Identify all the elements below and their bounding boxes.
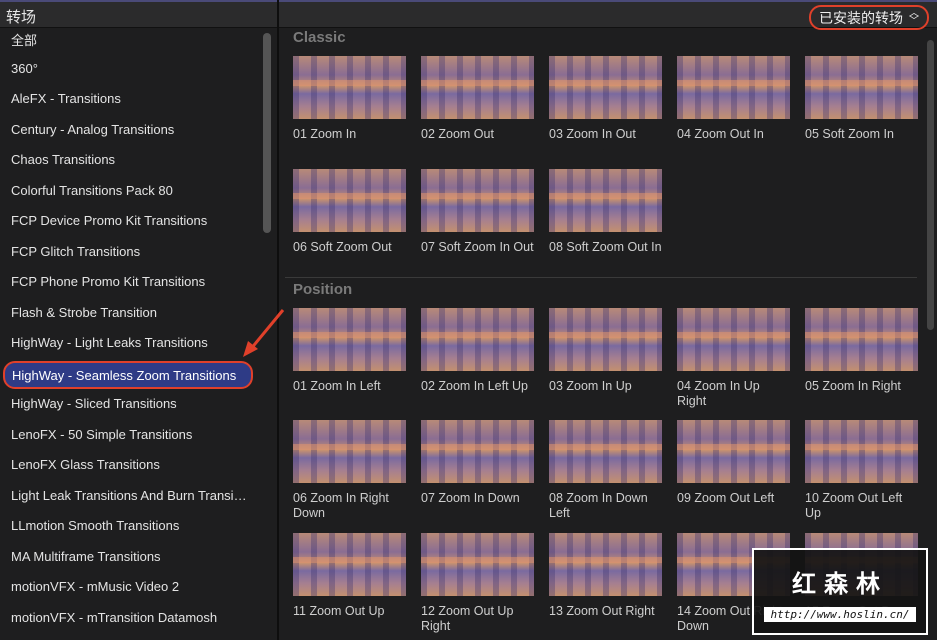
- sidebar-item[interactable]: 360°: [0, 55, 258, 83]
- section-title-classic: Classic: [293, 29, 346, 46]
- sidebar-item[interactable]: Century - Analog Transitions: [0, 116, 258, 144]
- transition-label: 03 Zoom In Up: [549, 379, 632, 393]
- red-arrow-annotation: [243, 309, 285, 357]
- transition-label: 08 Zoom In Down Left: [549, 491, 648, 520]
- transition-label: 03 Zoom In Out: [549, 127, 636, 141]
- transition-thumbnail[interactable]: [421, 308, 534, 371]
- transition-label: 07 Zoom In Down: [421, 491, 520, 505]
- sidebar-item[interactable]: Light Leak Transitions And Burn Transiti…: [0, 482, 258, 510]
- transition-tile[interactable]: 08 Zoom In Down Left: [549, 420, 662, 521]
- transition-tile[interactable]: 04 Zoom Out In: [677, 56, 790, 142]
- transition-tile[interactable]: 01 Zoom In: [293, 56, 406, 142]
- transition-tile[interactable]: 10 Zoom Out Left Up: [805, 420, 918, 521]
- section-title-position: Position: [293, 281, 353, 298]
- transition-tile[interactable]: 01 Zoom In Left: [293, 308, 406, 394]
- watermark-title: 红森林: [792, 571, 888, 598]
- transition-label: 02 Zoom In Left Up: [421, 379, 529, 393]
- transition-label: 07 Soft Zoom In Out: [421, 240, 534, 254]
- transition-thumbnail[interactable]: [549, 308, 662, 371]
- transition-tile[interactable]: 07 Zoom In Down: [421, 420, 534, 506]
- transition-thumbnail[interactable]: [549, 56, 662, 119]
- chevron-updown-icon: ︿ ﹀: [909, 7, 919, 27]
- transition-label: 01 Zoom In: [293, 127, 357, 141]
- browser-header: 已安装的转场 ︿ ﹀: [279, 2, 937, 30]
- sidebar-item[interactable]: LLmotion Smooth Transitions: [0, 512, 258, 540]
- transition-label: 05 Soft Zoom In: [805, 127, 894, 141]
- transition-thumbnail[interactable]: [677, 420, 790, 483]
- sidebar-item[interactable]: MA Multiframe Transitions: [0, 543, 258, 571]
- transition-thumbnail[interactable]: [549, 533, 662, 596]
- transition-tile[interactable]: 06 Soft Zoom Out: [293, 169, 406, 255]
- transition-tile[interactable]: 03 Zoom In Out: [549, 56, 662, 142]
- transition-thumbnail[interactable]: [421, 533, 534, 596]
- transition-label: 01 Zoom In Left: [293, 379, 381, 393]
- sidebar-item[interactable]: AleFX - Transitions: [0, 85, 258, 113]
- transition-label: 04 Zoom In Up Right: [677, 379, 760, 408]
- transition-tile[interactable]: 12 Zoom Out Up Right: [421, 533, 534, 634]
- sidebar-item[interactable]: HighWay - Seamless Zoom Transitions: [3, 360, 253, 389]
- transition-thumbnail[interactable]: [293, 169, 406, 232]
- transition-label: 02 Zoom Out: [421, 127, 494, 141]
- transition-label: 08 Soft Zoom Out In: [549, 240, 662, 254]
- transition-thumbnail[interactable]: [549, 169, 662, 232]
- transition-label: 04 Zoom Out In: [677, 127, 764, 141]
- sidebar-item[interactable]: FCP Phone Promo Kit Transitions: [0, 268, 258, 296]
- dropdown-label: 已安装的转场: [819, 9, 903, 26]
- transition-thumbnail[interactable]: [293, 308, 406, 371]
- transition-tile[interactable]: 09 Zoom Out Left: [677, 420, 790, 506]
- transition-tile[interactable]: 13 Zoom Out Right: [549, 533, 662, 619]
- transition-thumbnail[interactable]: [293, 56, 406, 119]
- transition-thumbnail[interactable]: [805, 420, 918, 483]
- transition-label: 06 Soft Zoom Out: [293, 240, 392, 254]
- watermark-url: http://www.hoslin.cn/: [764, 607, 916, 622]
- sidebar-item[interactable]: motionVFX - mMusic Video 2: [0, 573, 258, 601]
- transition-label: 09 Zoom Out Left: [677, 491, 775, 505]
- sidebar-item[interactable]: Flash & Strobe Transition: [0, 299, 258, 327]
- sidebar-scrollbar[interactable]: [263, 33, 271, 233]
- transition-tile[interactable]: 04 Zoom In Up Right: [677, 308, 790, 409]
- installed-transitions-dropdown[interactable]: 已安装的转场 ︿ ﹀: [809, 5, 929, 30]
- sidebar-item[interactable]: HighWay - Sliced Transitions: [0, 390, 258, 418]
- transition-thumbnail[interactable]: [549, 420, 662, 483]
- transition-thumbnail[interactable]: [805, 308, 918, 371]
- sidebar-item[interactable]: LenoFX Glass Transitions: [0, 451, 258, 479]
- transition-tile[interactable]: 05 Zoom In Right: [805, 308, 918, 394]
- transition-tile[interactable]: 07 Soft Zoom In Out: [421, 169, 534, 255]
- category-list: 全部 360° AleFX - Transitions Century - Analo…: [0, 29, 260, 640]
- sidebar-item[interactable]: Chaos Transitions: [0, 146, 258, 174]
- transition-label: 05 Zoom In Right: [805, 379, 901, 393]
- browser-scrollbar[interactable]: [927, 40, 934, 330]
- sidebar-item[interactable]: 全部: [0, 24, 258, 52]
- transition-tile[interactable]: 11 Zoom Out Up: [293, 533, 406, 619]
- sidebar-item[interactable]: FCP Glitch Transitions: [0, 238, 258, 266]
- transition-tile[interactable]: 02 Zoom Out: [421, 56, 534, 142]
- sidebar-item[interactable]: FCP Device Promo Kit Transitions: [0, 207, 258, 235]
- transition-tile[interactable]: 02 Zoom In Left Up: [421, 308, 534, 394]
- transition-label: 11 Zoom Out Up: [293, 604, 385, 618]
- transition-thumbnail[interactable]: [293, 533, 406, 596]
- transition-label: 13 Zoom Out Right: [549, 604, 655, 618]
- transition-thumbnail[interactable]: [421, 169, 534, 232]
- transition-label: 12 Zoom Out Up Right: [421, 604, 514, 633]
- transition-thumbnail[interactable]: [293, 420, 406, 483]
- transition-tile[interactable]: 03 Zoom In Up: [549, 308, 662, 394]
- sidebar-item[interactable]: HighWay - Light Leaks Transitions: [0, 329, 258, 357]
- transition-tile[interactable]: 05 Soft Zoom In: [805, 56, 918, 142]
- transition-tile[interactable]: 08 Soft Zoom Out In: [549, 169, 662, 255]
- sidebar-item[interactable]: LenoFX - 50 Simple Transitions: [0, 421, 258, 449]
- transition-thumbnail[interactable]: [805, 56, 918, 119]
- sidebar-item[interactable]: motionVFX - mTransition Datamosh: [0, 604, 258, 632]
- watermark: 红森林 http://www.hoslin.cn/: [752, 548, 928, 635]
- transition-thumbnail[interactable]: [677, 56, 790, 119]
- transition-thumbnail[interactable]: [421, 56, 534, 119]
- transition-label: 10 Zoom Out Left Up: [805, 491, 903, 520]
- transition-tile[interactable]: 06 Zoom In Right Down: [293, 420, 406, 521]
- section-divider: [285, 277, 917, 278]
- transition-label: 06 Zoom In Right Down: [293, 491, 389, 520]
- transition-thumbnail[interactable]: [421, 420, 534, 483]
- sidebar-item[interactable]: Colorful Transitions Pack 80: [0, 177, 258, 205]
- transition-thumbnail[interactable]: [677, 308, 790, 371]
